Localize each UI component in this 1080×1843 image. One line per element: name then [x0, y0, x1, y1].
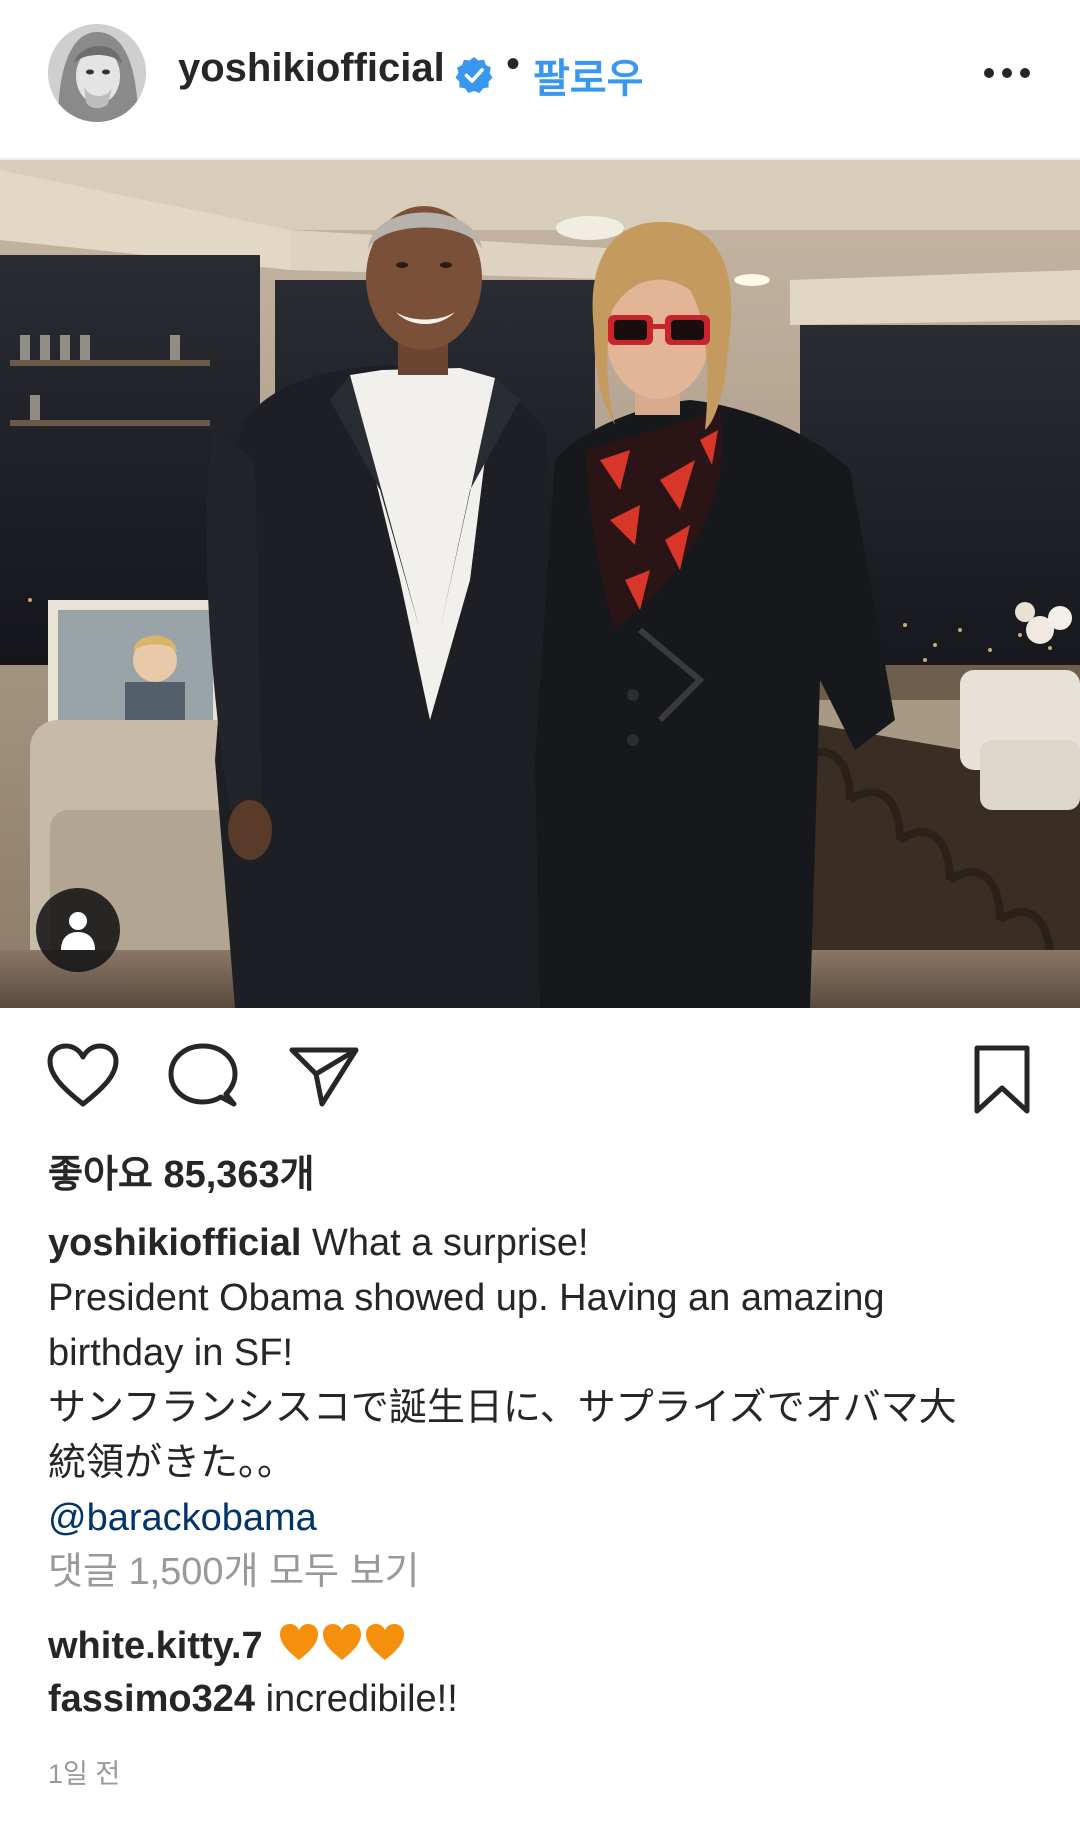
comment-item: fassimo324 incredibile!!	[48, 1678, 458, 1721]
header-separator: •	[506, 42, 521, 86]
tag-user-icon	[61, 912, 95, 950]
share-icon[interactable]	[288, 1044, 360, 1108]
bookmark-icon[interactable]	[972, 1044, 1032, 1116]
view-all-comments-link[interactable]: 댓글 1,500개 모두 보기	[48, 1540, 420, 1595]
caption-text-line-4: サンフランシスコで誕生日に、サプライズでオバマ大	[48, 1387, 957, 1429]
comment-username[interactable]: fassimo324	[48, 1678, 255, 1720]
heart-icon[interactable]	[46, 1042, 120, 1108]
follow-button[interactable]: 팔로우	[533, 46, 643, 104]
caption-text-line-5: 統領がきた。。	[48, 1442, 296, 1484]
caption-text-line-1: What a surprise!	[301, 1222, 589, 1264]
post-photo[interactable]	[0, 160, 1080, 1008]
caption-text-line-2: President Obama showed up. Having an ama…	[48, 1277, 885, 1319]
comment-text: incredibile!!	[255, 1678, 458, 1720]
comment-item: white.kitty.7	[48, 1622, 405, 1674]
verified-badge-icon	[455, 57, 493, 93]
comment-icon[interactable]	[168, 1042, 238, 1108]
comment-username[interactable]: white.kitty.7	[48, 1625, 263, 1667]
comment-text	[263, 1625, 274, 1667]
post-header: yoshikiofficial • 팔로우	[0, 0, 1080, 160]
caption-text-line-3: birthday in SF!	[48, 1332, 293, 1374]
tag-user-button[interactable]	[36, 888, 120, 972]
more-options-icon[interactable]	[982, 58, 1032, 88]
like-count[interactable]: 좋아요 85,363개	[48, 1143, 315, 1198]
profile-avatar[interactable]	[48, 24, 146, 122]
post-caption: yoshikiofficial What a surprise! Preside…	[48, 1216, 1038, 1546]
orange-hearts-emoji	[279, 1622, 405, 1674]
caption-mention-link[interactable]: @barackobama	[48, 1491, 1038, 1546]
action-bar	[0, 1030, 1080, 1120]
header-username[interactable]: yoshikiofficial	[178, 46, 445, 91]
post-timestamp: 1일 전	[48, 1759, 121, 1789]
caption-username[interactable]: yoshikiofficial	[48, 1222, 301, 1264]
